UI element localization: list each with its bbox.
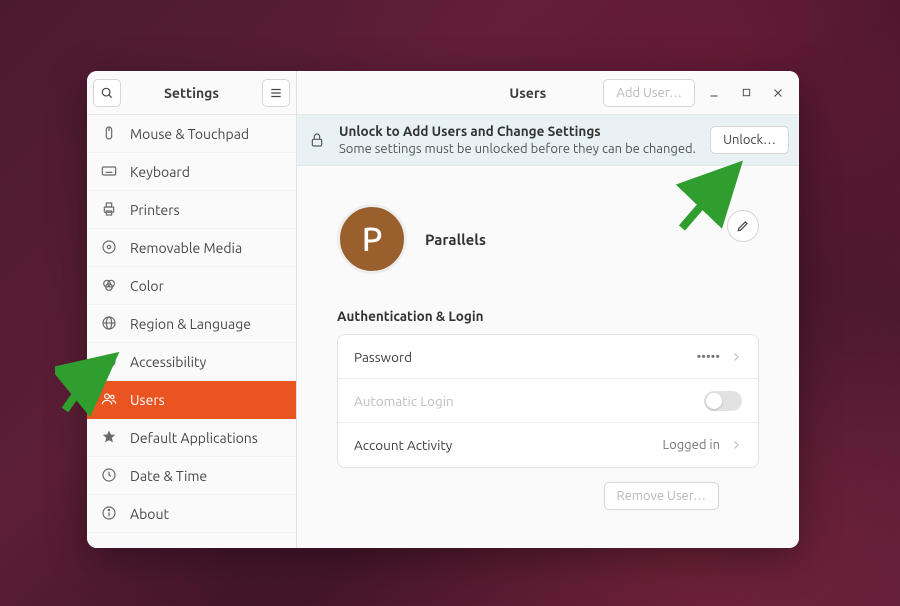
- hamburger-button[interactable]: [262, 79, 290, 107]
- user-header: P Parallels: [337, 204, 759, 274]
- sidebar-item-keyboard[interactable]: Keyboard: [87, 153, 296, 191]
- search-icon: [100, 86, 114, 100]
- sidebar-item-label: Removable Media: [130, 240, 242, 256]
- color-icon: [101, 277, 118, 294]
- remove-user-label: Remove User…: [617, 489, 707, 503]
- row-automatic-login: Automatic Login: [338, 379, 758, 423]
- sidebar-item-printers[interactable]: Printers: [87, 191, 296, 229]
- users-icon: [101, 391, 118, 408]
- remove-user-button[interactable]: Remove User…: [604, 482, 720, 510]
- row-account-activity[interactable]: Account Activity Logged in: [338, 423, 758, 467]
- search-button[interactable]: [93, 79, 121, 107]
- close-icon: [772, 87, 784, 99]
- banner-subtitle: Some settings must be unlocked before th…: [339, 141, 698, 158]
- user-display-name: Parallels: [425, 231, 486, 248]
- sidebar-item-mouse-touchpad[interactable]: Mouse & Touchpad: [87, 115, 296, 153]
- row-password[interactable]: Password •••••: [338, 335, 758, 379]
- hamburger-icon: [269, 86, 283, 100]
- banner-title: Unlock to Add Users and Change Settings: [339, 123, 698, 141]
- footer: Remove User…: [337, 468, 759, 510]
- add-user-label: Add User…: [616, 86, 682, 100]
- sidebar-item-label: Users: [130, 392, 165, 408]
- unlock-button-label: Unlock…: [723, 133, 776, 147]
- sidebar-header: Settings: [87, 71, 296, 115]
- row-label: Account Activity: [354, 437, 652, 453]
- accessibility-icon: [101, 353, 118, 370]
- auth-section-title: Authentication & Login: [337, 308, 759, 324]
- sidebar-item-label: Printers: [130, 202, 180, 218]
- unlock-button[interactable]: Unlock…: [710, 126, 789, 154]
- content: P Parallels Authentication & Login Passw…: [297, 166, 799, 548]
- row-label: Password: [354, 349, 687, 365]
- info-icon: [101, 505, 118, 522]
- lock-icon: [307, 132, 327, 148]
- close-button[interactable]: [765, 80, 791, 106]
- sidebar-item-users[interactable]: Users: [87, 381, 296, 419]
- sidebar-item-region-language[interactable]: Region & Language: [87, 305, 296, 343]
- sidebar-item-date-time[interactable]: Date & Time: [87, 457, 296, 495]
- mouse-icon: [101, 125, 118, 142]
- sidebar-item-label: Region & Language: [130, 316, 251, 332]
- globe-icon: [101, 315, 118, 332]
- row-label: Automatic Login: [354, 393, 694, 409]
- maximize-button[interactable]: [733, 80, 759, 106]
- auth-rows: Password ••••• Automatic Login Account A…: [337, 334, 759, 468]
- minimize-icon: [708, 87, 720, 99]
- sidebar-title: Settings: [125, 85, 258, 101]
- clock-icon: [101, 467, 118, 484]
- sidebar-item-default-applications[interactable]: Default Applications: [87, 419, 296, 457]
- activity-value: Logged in: [662, 438, 720, 452]
- sidebar-item-label: Keyboard: [130, 164, 190, 180]
- page-title: Users: [458, 85, 597, 101]
- avatar[interactable]: P: [337, 204, 407, 274]
- add-user-button[interactable]: Add User…: [603, 79, 695, 107]
- keyboard-icon: [101, 163, 118, 180]
- settings-sidebar: Settings Mouse & Touchpad Keyboard: [87, 71, 297, 548]
- sidebar-item-label: Default Applications: [130, 430, 258, 446]
- sidebar-item-label: Mouse & Touchpad: [130, 126, 249, 142]
- sidebar-item-removable-media[interactable]: Removable Media: [87, 229, 296, 267]
- sidebar-item-label: About: [130, 506, 169, 522]
- main-panel: Users Add User… Unlock to Add Users and …: [297, 71, 799, 548]
- sidebar-item-label: Color: [130, 278, 164, 294]
- pencil-icon: [736, 219, 750, 233]
- chevron-right-icon: [730, 351, 742, 363]
- main-header: Users Add User…: [297, 71, 799, 115]
- settings-window: Settings Mouse & Touchpad Keyboard: [87, 71, 799, 548]
- unlock-banner: Unlock to Add Users and Change Settings …: [297, 115, 799, 166]
- password-value: •••••: [697, 350, 720, 364]
- automatic-login-toggle[interactable]: [704, 391, 742, 411]
- maximize-icon: [741, 87, 752, 98]
- sidebar-item-label: Date & Time: [130, 468, 207, 484]
- sidebar-item-color[interactable]: Color: [87, 267, 296, 305]
- star-icon: [101, 429, 118, 446]
- sidebar-list: Mouse & Touchpad Keyboard Printers Remov…: [87, 115, 296, 548]
- media-icon: [101, 239, 118, 256]
- sidebar-item-accessibility[interactable]: Accessibility: [87, 343, 296, 381]
- sidebar-item-about[interactable]: About: [87, 495, 296, 533]
- minimize-button[interactable]: [701, 80, 727, 106]
- printer-icon: [101, 201, 118, 218]
- sidebar-item-label: Accessibility: [130, 354, 206, 370]
- banner-text: Unlock to Add Users and Change Settings …: [339, 123, 698, 157]
- chevron-right-icon: [730, 439, 742, 451]
